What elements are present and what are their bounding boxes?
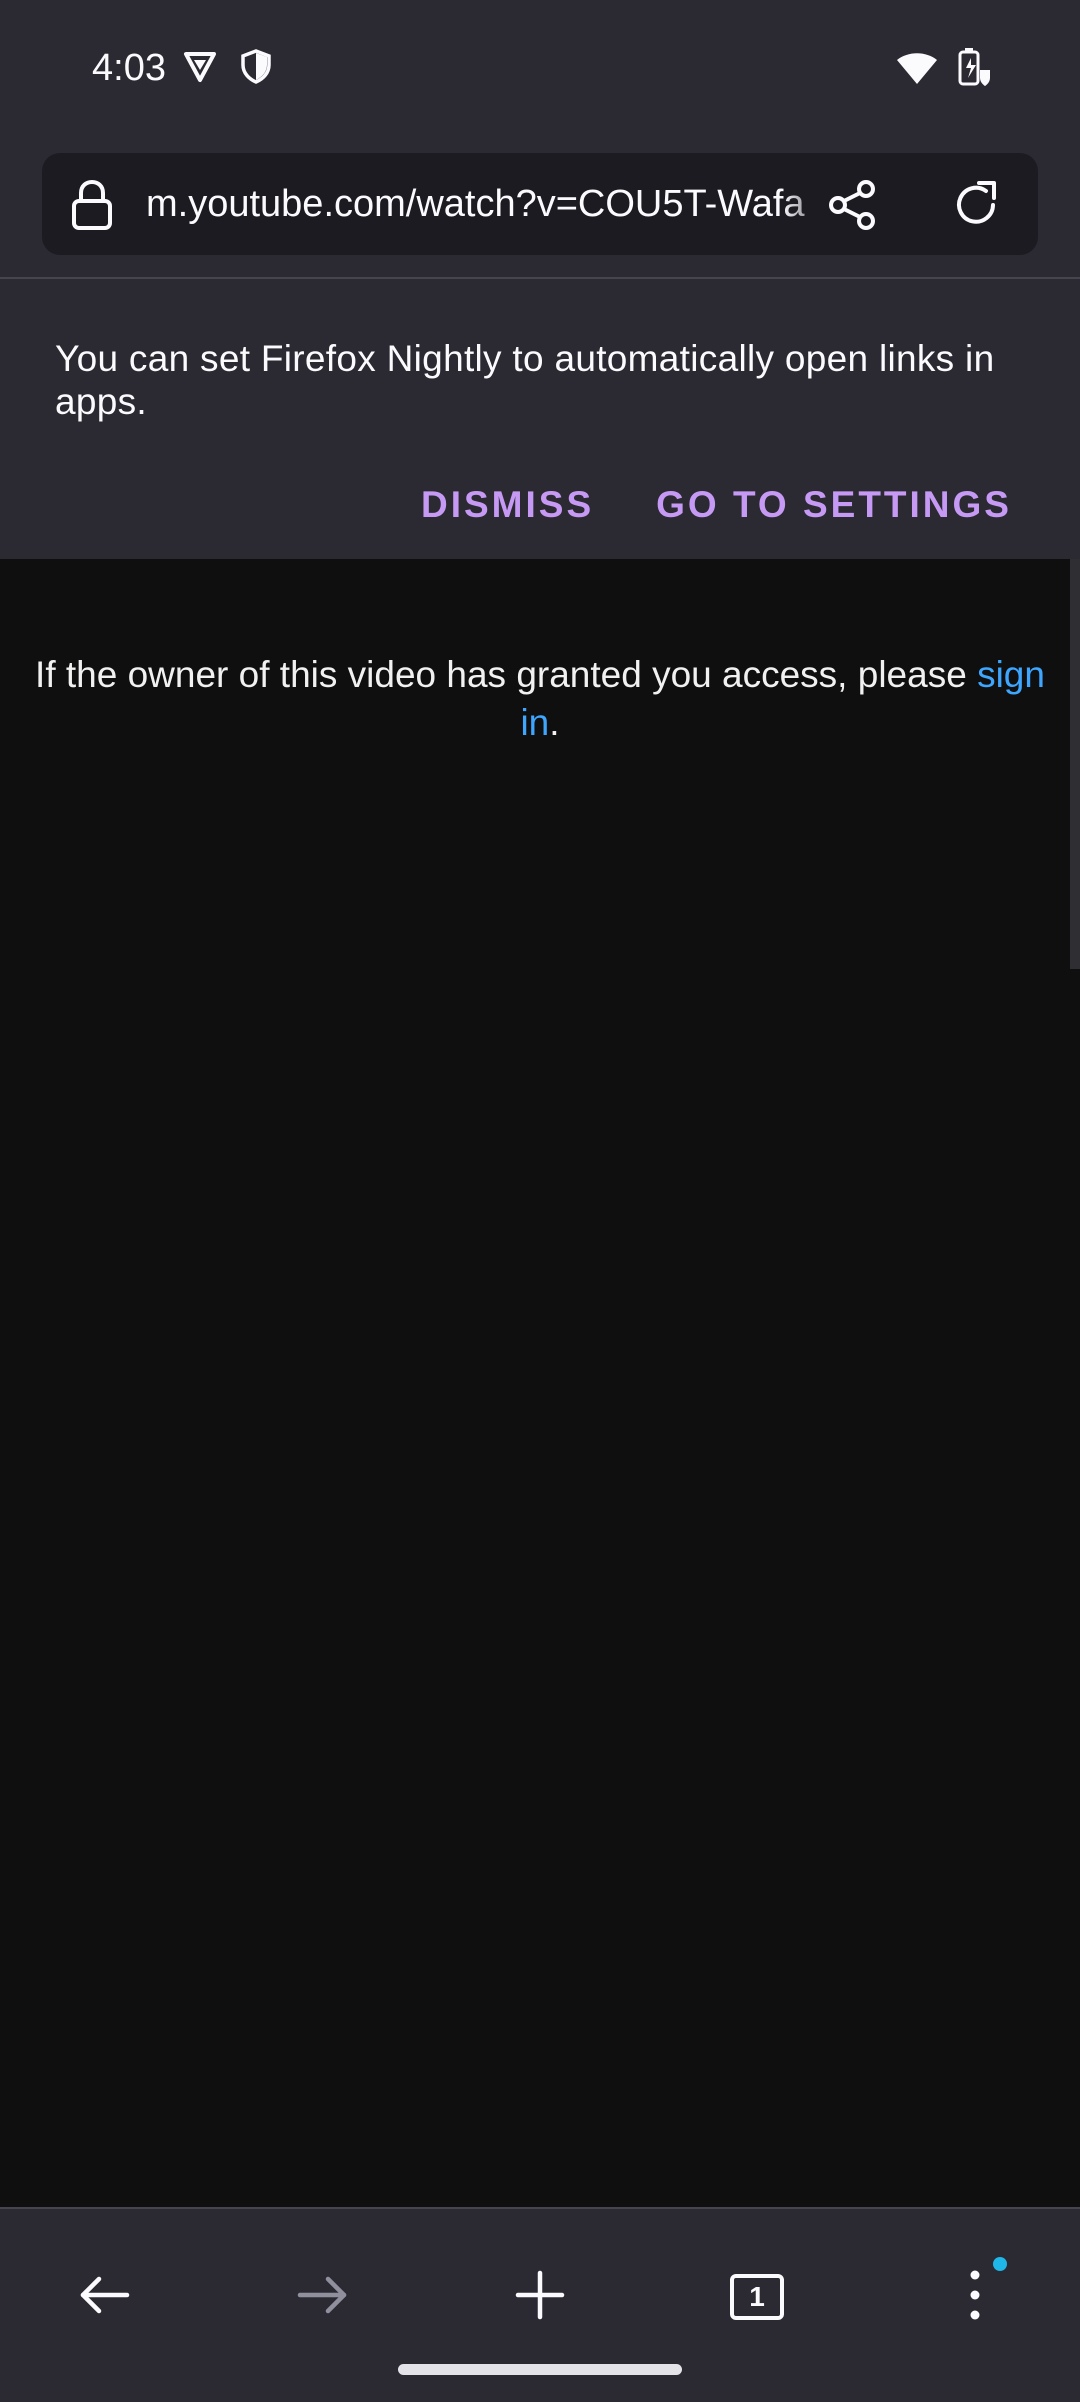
status-bar: 4:03 [0, 0, 1080, 135]
new-tab-button[interactable] [492, 2249, 588, 2345]
lock-icon[interactable] [70, 179, 114, 236]
web-content: If the owner of this video has granted y… [0, 559, 1080, 2207]
back-button[interactable] [57, 2249, 153, 2345]
home-indicator[interactable] [398, 2364, 682, 2375]
banner-actions: DISMISS GO TO SETTINGS [421, 484, 1012, 526]
access-notice: If the owner of this video has granted y… [30, 651, 1050, 747]
notice-text: If the owner of this video has granted y… [35, 654, 978, 695]
status-left-icons [182, 48, 274, 89]
browser-toolbar: m.youtube.com/watch?v=COU5T-Wafa [0, 135, 1080, 279]
banner-message: You can set Firefox Nightly to automatic… [55, 338, 995, 422]
status-right-icons [896, 48, 992, 93]
open-links-banner: You can set Firefox Nightly to automatic… [0, 279, 1080, 559]
tabs-counter-button[interactable]: 1 [709, 2249, 805, 2345]
shield-icon [238, 48, 274, 89]
url-text[interactable]: m.youtube.com/watch?v=COU5T-Wafa [146, 153, 836, 255]
new-tab-icon [514, 2269, 566, 2326]
wifi-icon [896, 50, 938, 91]
tabs-counter-icon: 1 [730, 2274, 784, 2320]
battery-icon [956, 48, 992, 93]
go-to-settings-button[interactable]: GO TO SETTINGS [656, 484, 1012, 526]
scrollbar-thumb[interactable] [1070, 559, 1080, 969]
forward-button[interactable] [274, 2249, 370, 2345]
status-time: 4:03 [92, 47, 166, 89]
reload-icon[interactable] [946, 175, 1006, 240]
back-arrow-icon [77, 2271, 133, 2324]
share-icon[interactable] [822, 175, 882, 240]
dismiss-button[interactable]: DISMISS [421, 484, 594, 526]
menu-icon [969, 2269, 981, 2326]
menu-notification-dot [993, 2257, 1007, 2271]
menu-button[interactable] [927, 2249, 1023, 2345]
notice-period: . [549, 702, 560, 743]
vpn-badge-icon [182, 48, 218, 89]
url-bar[interactable]: m.youtube.com/watch?v=COU5T-Wafa [42, 153, 1038, 255]
forward-arrow-icon [294, 2271, 350, 2324]
